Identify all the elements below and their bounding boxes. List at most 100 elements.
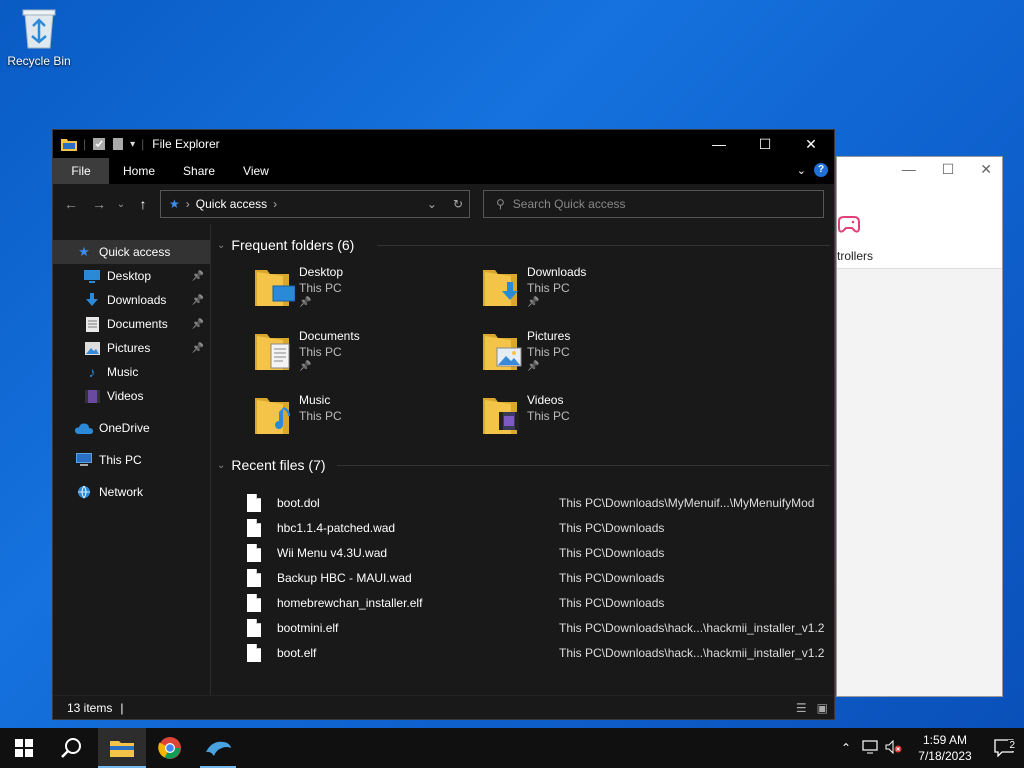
search-button[interactable] <box>48 728 96 768</box>
recent-file-row[interactable]: hbc1.1.4-patched.wad This PC\Downloads <box>247 515 834 540</box>
download-icon <box>83 292 101 308</box>
sidebar-item-documents[interactable]: Documents 📌 <box>53 312 210 336</box>
close-button[interactable]: ✕ <box>788 130 834 158</box>
folder-tile-documents[interactable]: Documents This PC 📌 <box>253 328 481 382</box>
sidebar-item-desktop[interactable]: Desktop 📌 <box>53 264 210 288</box>
back-button[interactable]: ← <box>57 196 85 212</box>
recent-file-row[interactable]: Backup HBC - MAUI.wad This PC\Downloads <box>247 565 834 590</box>
sidebar-item-label: Quick access <box>99 245 171 259</box>
recent-file-path: This PC\Downloads <box>559 595 665 610</box>
maximize-icon[interactable]: ☐ <box>942 161 955 178</box>
search-box[interactable]: ⚲ <box>483 190 824 218</box>
address-bar[interactable]: ★ › Quick access › ⌄ ↻ <box>160 190 470 218</box>
chevron-up-icon[interactable]: ⌃ <box>834 741 858 755</box>
taskbar-dolphin[interactable] <box>194 728 242 768</box>
folder-documents-icon <box>253 328 295 374</box>
recent-file-row[interactable]: boot.dol This PC\Downloads\MyMenuif...\My… <box>247 490 834 515</box>
recent-file-row[interactable]: Wii Menu v4.3U.wad This PC\Downloads <box>247 540 834 565</box>
minimize-button[interactable]: — <box>696 130 742 158</box>
computer-icon <box>75 452 93 468</box>
file-icon <box>247 593 261 612</box>
clock-date: 7/18/2023 <box>918 749 972 763</box>
network-icon[interactable] <box>858 739 882 757</box>
recent-file-path: This PC\Downloads <box>559 520 665 535</box>
sidebar-item-network[interactable]: Network <box>53 480 210 504</box>
sidebar-item-videos[interactable]: Videos <box>53 384 210 408</box>
sidebar-item-quick-access[interactable]: ★ Quick access <box>53 240 210 264</box>
tab-home[interactable]: Home <box>109 158 169 184</box>
video-icon <box>83 388 101 404</box>
up-button[interactable]: ↑ <box>129 196 157 212</box>
sidebar-item-label: This PC <box>99 453 142 467</box>
clock[interactable]: 1:59 AM 7/18/2023 <box>906 732 984 764</box>
folder-tile-music[interactable]: Music This PC <box>253 392 481 446</box>
item-count: 13 items <box>67 700 113 715</box>
notification-count: 2 <box>1008 740 1016 751</box>
recent-file-row[interactable]: boot.elf This PC\Downloads\hack...\hackmi… <box>247 640 834 665</box>
forward-button[interactable]: → <box>85 196 113 212</box>
taskbar-file-explorer[interactable] <box>98 728 146 768</box>
expand-ribbon-icon[interactable]: ⌄ <box>797 164 806 177</box>
recent-file-path: This PC\Downloads\hack...\hackmii_instal… <box>559 620 825 635</box>
recent-file-name: bootmini.elf <box>277 620 339 635</box>
recycle-bin[interactable]: Recycle Bin <box>4 6 74 68</box>
recent-files-header[interactable]: ⌄ Recent files (7) <box>217 454 834 476</box>
sidebar-item-music[interactable]: ♪ Music <box>53 360 210 384</box>
recent-locations-button[interactable]: ⌄ <box>113 199 129 210</box>
window-title: File Explorer <box>152 137 220 151</box>
search-input[interactable] <box>512 197 793 211</box>
frequent-folders-header[interactable]: ⌄ Frequent folders (6) <box>217 234 834 256</box>
tab-view[interactable]: View <box>229 158 283 184</box>
recent-file-row[interactable]: bootmini.elf This PC\Downloads\hack...\ha… <box>247 615 834 640</box>
help-icon[interactable]: ? <box>814 163 828 177</box>
dolphin-icon <box>206 741 231 756</box>
taskbar-chrome[interactable] <box>146 728 194 768</box>
file-explorer-window[interactable]: | ▾ | File Explorer — ☐ ✕ File Home Shar… <box>52 129 835 720</box>
folder-location: This PC <box>299 345 342 359</box>
ribbon-tabs: File Home Share View ⌄ ? <box>53 158 834 184</box>
tab-share[interactable]: Share <box>169 158 229 184</box>
folder-tile-desktop[interactable]: Desktop This PC 📌 <box>253 264 481 318</box>
navigation-bar: ← → ⌄ ↑ ★ › Quick access › ⌄ ↻ ⚲ <box>53 184 834 224</box>
sidebar-item-pictures[interactable]: Pictures 📌 <box>53 336 210 360</box>
new-folder-icon[interactable] <box>112 137 124 151</box>
search-icon <box>61 738 81 758</box>
explorer-titlebar[interactable]: | ▾ | File Explorer — ☐ ✕ <box>53 130 834 158</box>
close-icon[interactable]: ✕ <box>980 161 992 178</box>
desktop-icon <box>83 268 101 284</box>
folder-tile-downloads[interactable]: Downloads This PC 📌 <box>481 264 709 318</box>
taskbar: ⌃ 1:59 AM 7/18/2023 2 <box>0 728 1024 768</box>
maximize-button[interactable]: ☐ <box>742 130 788 158</box>
sidebar-item-onedrive[interactable]: OneDrive <box>53 416 210 440</box>
tab-file[interactable]: File <box>53 158 109 184</box>
folder-icon <box>110 741 134 757</box>
address-dropdown-icon[interactable]: ⌄ <box>427 197 437 211</box>
background-window[interactable]: — ☐ ✕ trollers <box>836 156 1003 697</box>
file-icon <box>247 618 261 637</box>
sidebar-item-downloads[interactable]: Downloads 📌 <box>53 288 210 312</box>
pin-icon: 📌 <box>191 342 204 354</box>
minimize-icon[interactable]: — <box>902 161 916 178</box>
document-icon <box>83 316 101 332</box>
action-center-button[interactable]: 2 <box>984 739 1024 757</box>
start-button[interactable] <box>0 728 48 768</box>
recent-file-row[interactable]: homebrewchan_installer.elf This PC\Downlo… <box>247 590 834 615</box>
customize-toolbar-icon[interactable]: ▾ <box>130 139 135 150</box>
refresh-icon[interactable]: ↻ <box>453 197 463 211</box>
folder-tile-videos[interactable]: Videos This PC <box>481 392 709 446</box>
background-window-titlebar[interactable]: — ☐ ✕ <box>837 157 1002 207</box>
details-view-icon[interactable]: ☰ <box>796 701 807 715</box>
large-icons-view-icon[interactable]: ▣ <box>817 701 828 715</box>
recent-file-path: This PC\Downloads\hack...\hackmii_instal… <box>559 645 825 660</box>
properties-icon[interactable] <box>92 137 106 151</box>
folder-tile-pictures[interactable]: Pictures This PC 📌 <box>481 328 709 382</box>
windows-logo-icon <box>15 739 33 757</box>
volume-muted-icon[interactable] <box>882 739 906 757</box>
file-icon <box>247 643 261 662</box>
content-pane: ⌄ Frequent folders (6) Desktop This PC 📌 Do… <box>211 224 834 695</box>
sidebar-item-this-pc[interactable]: This PC <box>53 448 210 472</box>
breadcrumb-quick-access[interactable]: Quick access <box>196 197 267 211</box>
controllers-label[interactable]: trollers <box>837 249 873 263</box>
pin-icon: 📌 <box>191 270 204 282</box>
star-icon: ★ <box>78 244 90 259</box>
